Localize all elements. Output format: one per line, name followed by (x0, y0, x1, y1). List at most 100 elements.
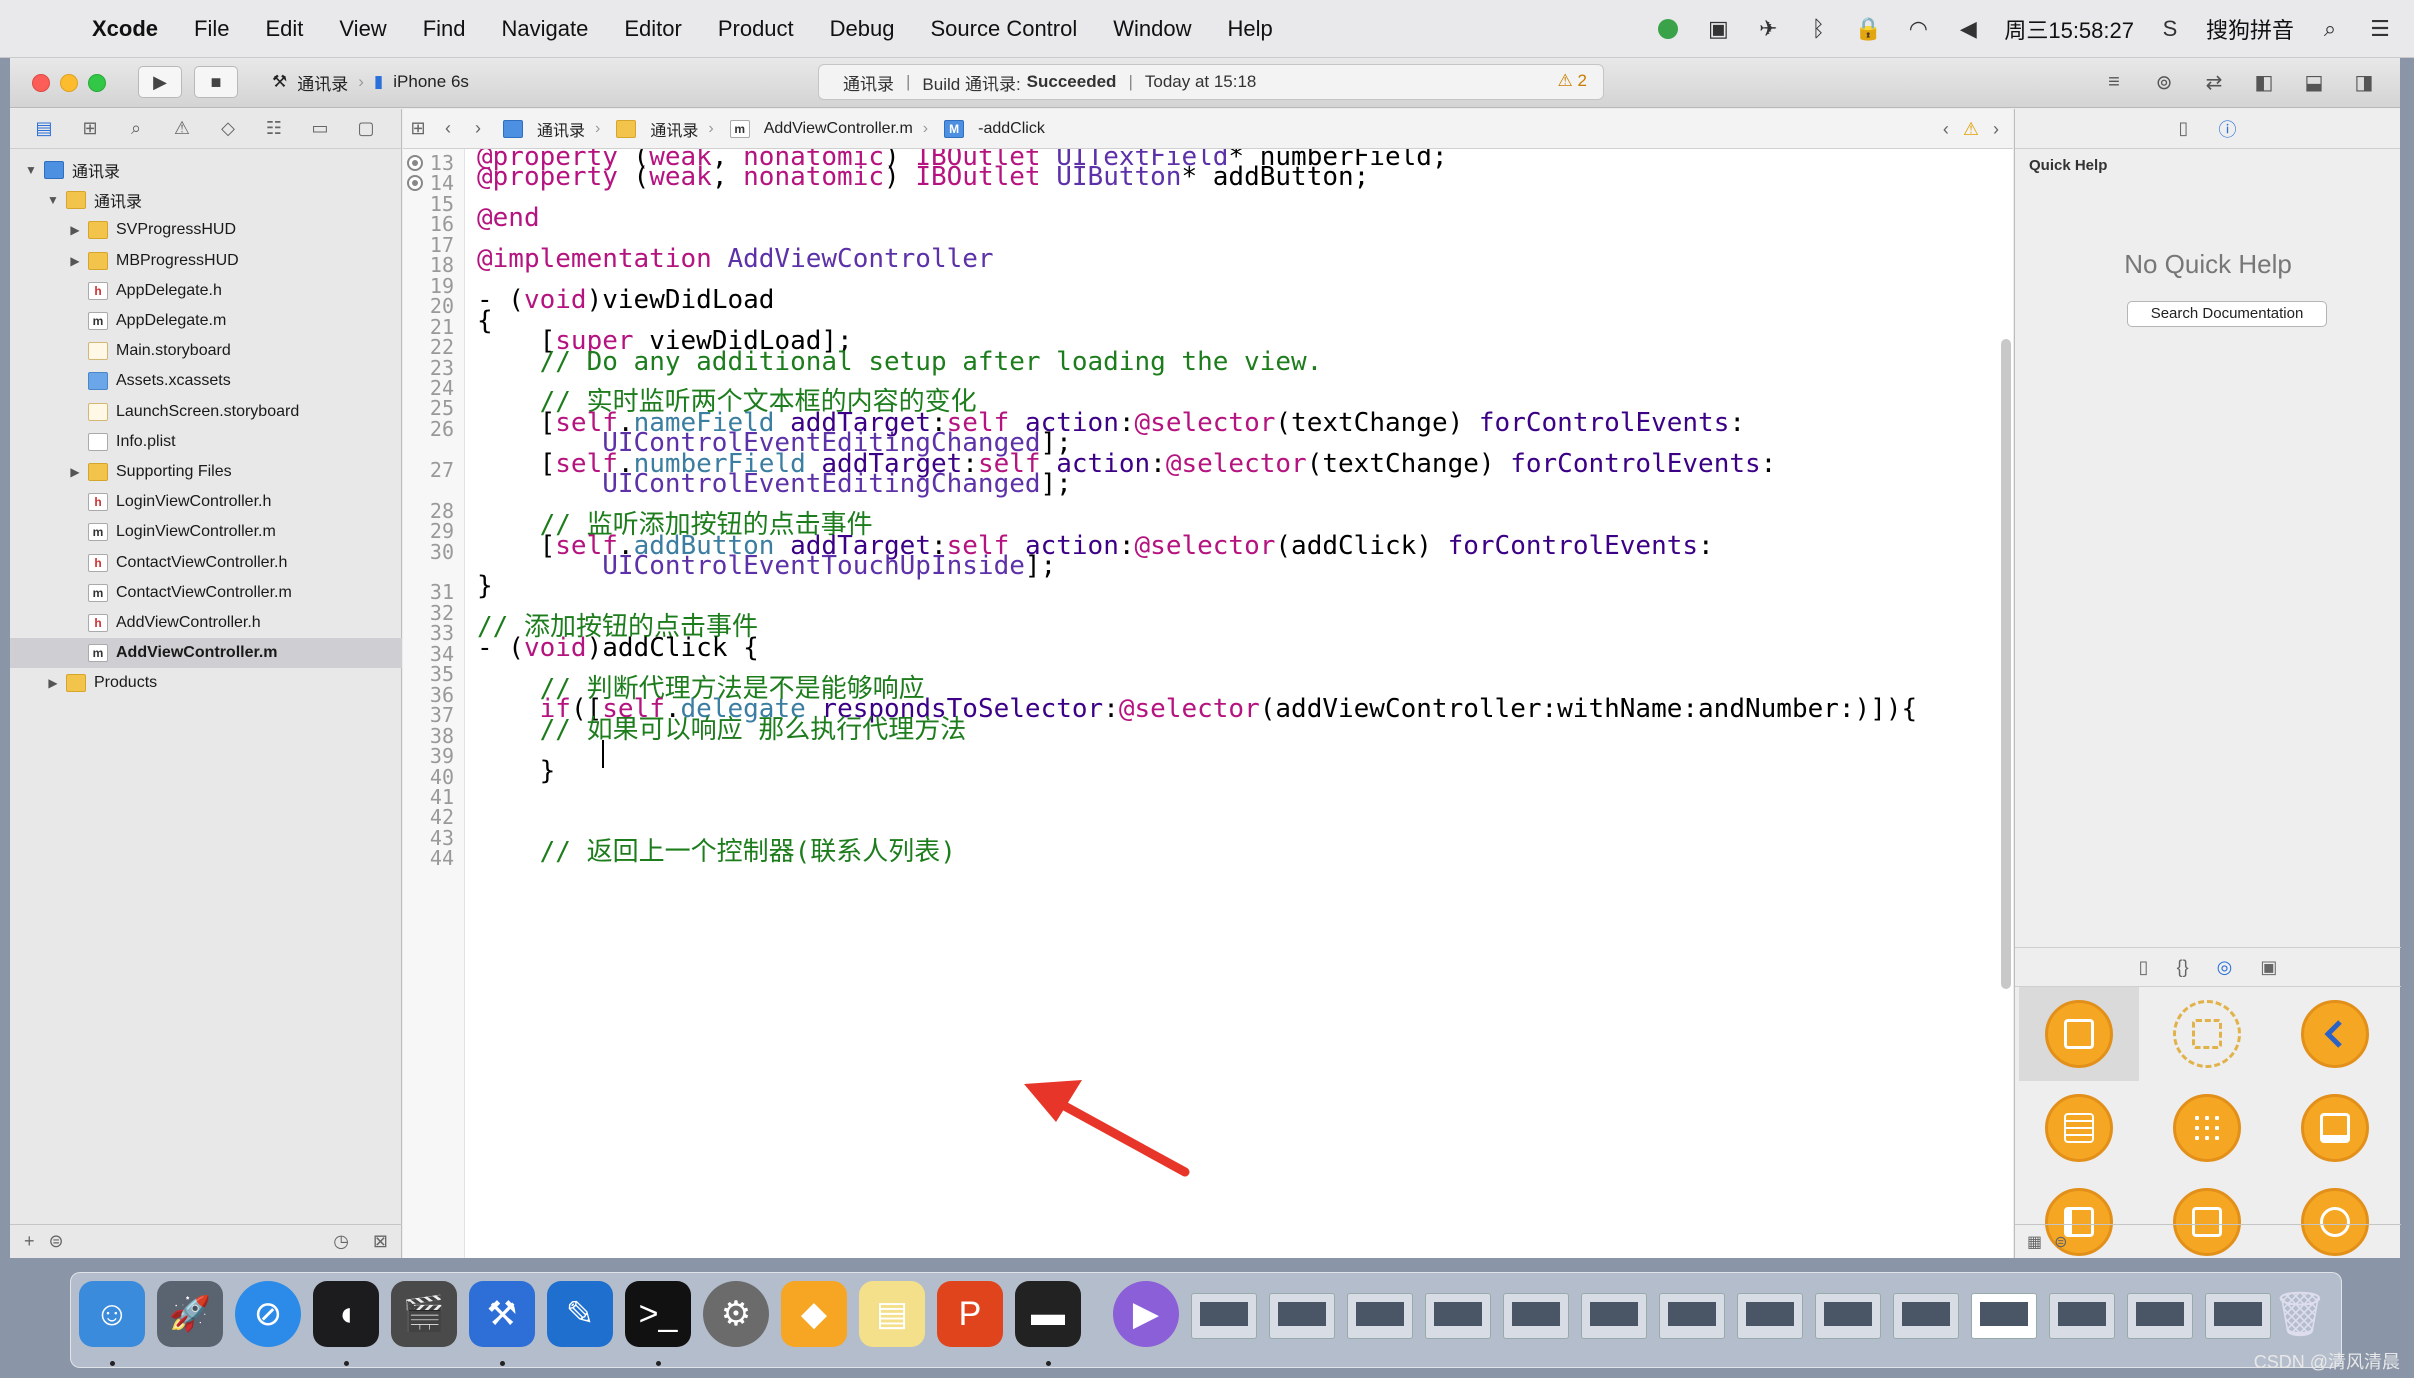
notification-center-icon[interactable]: ☰ (2366, 15, 2394, 43)
breadcrumb-project[interactable]: 通讯录 (493, 117, 589, 141)
disclosure-closed-icon[interactable]: ▶ (68, 223, 82, 237)
object-library-icon[interactable]: ◎ (2217, 957, 2233, 978)
menu-view[interactable]: View (321, 16, 404, 42)
file-tree-item[interactable]: ▶ Products (10, 668, 402, 698)
version-editor-icon[interactable]: ⇄ (2196, 66, 2232, 98)
minimized-window-thumbnail[interactable] (1269, 1293, 1335, 1339)
search-documentation-button[interactable]: Search Documentation (2127, 301, 2327, 327)
collection-view-controller-object[interactable] (2147, 1081, 2267, 1175)
screen-record-icon[interactable]: ▣ (1704, 15, 1732, 43)
report-navigator-tab-icon[interactable]: ▢ (354, 117, 378, 141)
assistant-editor-icon[interactable]: ⊚ (2146, 66, 2182, 98)
file-tree-item[interactable]: h ContactViewController.h (10, 548, 402, 578)
minimized-window-thumbnail[interactable] (2127, 1293, 2193, 1339)
minimized-window-thumbnail[interactable] (1503, 1293, 1569, 1339)
trash-icon[interactable]: 🗑 (2267, 1281, 2333, 1347)
quick-help-icon[interactable]: ⓘ (2218, 116, 2236, 142)
warning-icon[interactable]: ⚠ (1963, 119, 1979, 140)
code-line[interactable]: UIControlEventTouchUpInside]; (477, 553, 1056, 580)
airplane-icon[interactable]: ✈ (1754, 15, 1782, 43)
menu-product[interactable]: Product (700, 16, 812, 42)
toggle-utilities-icon[interactable]: ◨ (2346, 66, 2382, 98)
code-snippet-library-icon[interactable]: {} (2177, 957, 2189, 978)
file-tree-item[interactable]: Main.storyboard (10, 336, 402, 366)
file-tree-item[interactable]: LaunchScreen.storyboard (10, 397, 402, 427)
mouse-app-icon[interactable]: ◖ (313, 1281, 379, 1347)
grid-view-icon[interactable]: ▦ (2027, 1232, 2042, 1252)
modified-files-icon[interactable]: ⊠ (373, 1231, 388, 1252)
minimized-window-thumbnail[interactable] (1191, 1293, 1257, 1339)
file-tree-item[interactable]: Assets.xcassets (10, 366, 402, 396)
code-line[interactable]: - (void)viewDidLoad (477, 287, 774, 314)
disclosure-closed-icon[interactable]: ▶ (68, 254, 82, 268)
recent-files-icon[interactable]: ◷ (333, 1231, 349, 1252)
minimized-window-thumbnail[interactable] (2049, 1293, 2115, 1339)
minimized-window-thumbnail[interactable] (1737, 1293, 1803, 1339)
warning-badge[interactable]: ⚠ 2 (1558, 71, 1587, 91)
forward-icon[interactable]: › (463, 118, 493, 139)
safari-icon[interactable]: ⊘ (235, 1281, 301, 1347)
minimized-window-thumbnail[interactable] (2205, 1293, 2271, 1339)
file-tree-item[interactable]: h AddViewController.h (10, 608, 402, 638)
volume-icon[interactable]: ◀ (1954, 15, 1982, 43)
system-preferences-icon[interactable]: ⚙ (703, 1281, 769, 1347)
clock[interactable]: 周三15:58:27 (2004, 13, 2134, 45)
wifi-icon[interactable]: ◠ (1904, 15, 1932, 43)
menu-source-control[interactable]: Source Control (913, 16, 1096, 42)
outlet-connection-icon[interactable] (407, 175, 423, 192)
next-issue-icon[interactable]: › (1993, 119, 1999, 140)
spotlight-search-icon[interactable]: ⌕ (2316, 15, 2344, 43)
code-line[interactable]: @property (weak, nonatomic) IBOutlet UIB… (477, 164, 1369, 191)
code-line[interactable]: // 返回上一个控制器(联系人列表) (477, 839, 956, 865)
stop-button[interactable]: ■ (194, 66, 238, 98)
symbol-navigator-tab-icon[interactable]: ⊞ (78, 117, 102, 141)
launchpad-icon[interactable]: 🚀 (157, 1281, 223, 1347)
quicktime-icon[interactable]: ▶ (1113, 1281, 1179, 1347)
menu-edit[interactable]: Edit (247, 16, 321, 42)
minimized-window-thumbnail[interactable] (1971, 1293, 2037, 1339)
menu-navigate[interactable]: Navigate (484, 16, 607, 42)
filter-icon[interactable]: ⊜ (49, 1231, 64, 1252)
input-method-label[interactable]: 搜狗拼音 (2206, 13, 2294, 45)
vertical-scrollbar[interactable] (2001, 339, 2011, 989)
powerpoint-icon[interactable]: P (937, 1281, 1003, 1347)
minimize-window-button[interactable] (60, 74, 78, 92)
menu-window[interactable]: Window (1095, 16, 1209, 42)
back-icon[interactable]: ‹ (433, 118, 463, 139)
lock-icon[interactable]: 🔒 (1854, 15, 1882, 43)
close-window-button[interactable] (32, 74, 50, 92)
outlet-connection-icon[interactable] (407, 155, 423, 171)
code-area[interactable]: @property (weak, nonatomic) IBOutlet UIT… (477, 149, 1997, 1258)
minimized-window-thumbnail[interactable] (1893, 1293, 1959, 1339)
code-line[interactable]: @implementation AddViewController (477, 246, 994, 272)
file-tree-item[interactable]: Info.plist (10, 427, 402, 457)
filter-icon[interactable]: ⊜ (2054, 1232, 2067, 1252)
disclosure-open-icon[interactable]: ▼ (46, 193, 60, 207)
finder-icon[interactable]: ☺ (79, 1281, 145, 1347)
find-navigator-tab-icon[interactable]: ⌕ (124, 117, 148, 141)
related-items-icon[interactable]: ⊞ (403, 118, 433, 139)
code-line[interactable]: } (477, 573, 493, 600)
standard-editor-icon[interactable]: ≡ (2096, 66, 2132, 98)
navigation-controller-object[interactable] (2275, 987, 2395, 1081)
toggle-navigator-icon[interactable]: ◧ (2246, 66, 2282, 98)
file-template-library-icon[interactable]: ▯ (2139, 957, 2149, 978)
toggle-debug-area-icon[interactable]: ⬓ (2296, 66, 2332, 98)
table-view-controller-object[interactable] (2019, 1081, 2139, 1175)
breakpoint-navigator-tab-icon[interactable]: ▭ (308, 117, 332, 141)
disclosure-open-icon[interactable]: ▼ (24, 163, 38, 177)
breadcrumb-group[interactable]: 通讯录 (606, 117, 702, 141)
menu-xcode[interactable]: Xcode (74, 16, 176, 42)
file-tree-item[interactable]: h LoginViewController.h (10, 487, 402, 517)
breadcrumb-file[interactable]: m AddViewController.m (720, 119, 917, 138)
project-navigator-tab-icon[interactable]: ▤ (32, 117, 56, 141)
debug-navigator-tab-icon[interactable]: ☷ (262, 117, 286, 141)
run-button[interactable]: ▶ (138, 66, 182, 98)
console-icon[interactable]: ▬ (1015, 1281, 1081, 1347)
notes-icon[interactable]: ▤ (859, 1281, 925, 1347)
code-line[interactable]: @end (477, 205, 540, 231)
file-tree-item[interactable]: ▶ SVProgressHUD (10, 215, 402, 245)
menu-editor[interactable]: Editor (606, 16, 699, 42)
test-navigator-tab-icon[interactable]: ◇ (216, 117, 240, 141)
sketch-icon[interactable]: ◆ (781, 1281, 847, 1347)
